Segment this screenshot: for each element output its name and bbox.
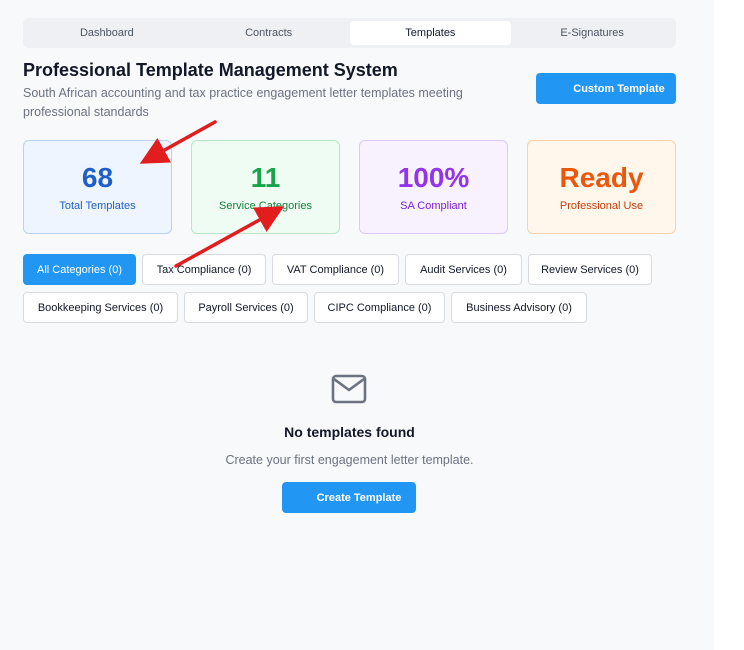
main-tabs: Dashboard Contracts Templates E-Signatur… bbox=[23, 18, 676, 48]
page-subtitle: South African accounting and tax practic… bbox=[23, 86, 463, 119]
right-gutter bbox=[714, 0, 744, 650]
stat-value: 11 bbox=[250, 162, 281, 193]
create-template-button[interactable]: Create Template bbox=[282, 482, 416, 513]
mail-icon bbox=[331, 374, 367, 409]
page-title: Professional Template Management System bbox=[23, 60, 398, 80]
tab-dashboard[interactable]: Dashboard bbox=[26, 21, 188, 45]
category-chip-payroll-services[interactable]: Payroll Services (0) bbox=[184, 292, 308, 323]
category-chip-audit-services[interactable]: Audit Services (0) bbox=[405, 254, 522, 285]
category-chip-bookkeeping-services[interactable]: Bookkeeping Services (0) bbox=[23, 292, 178, 323]
stat-label: Service Categories bbox=[219, 200, 312, 212]
category-chip-business-advisory[interactable]: Business Advisory (0) bbox=[451, 292, 587, 323]
custom-template-button[interactable]: Custom Template bbox=[536, 73, 676, 104]
stat-card-professional-use: Ready Professional Use bbox=[527, 140, 676, 234]
category-chip-review-services[interactable]: Review Services (0) bbox=[528, 254, 652, 285]
category-chip-tax-compliance[interactable]: Tax Compliance (0) bbox=[142, 254, 266, 285]
tab-e-signatures[interactable]: E-Signatures bbox=[511, 21, 673, 45]
stat-card-sa-compliant: 100% SA Compliant bbox=[359, 140, 508, 234]
category-chip-vat-compliance[interactable]: VAT Compliance (0) bbox=[272, 254, 399, 285]
stat-card-total-templates: 68 Total Templates bbox=[23, 140, 172, 234]
empty-state-description: Create your first engagement letter temp… bbox=[225, 453, 474, 467]
empty-state-title: No templates found bbox=[284, 424, 415, 440]
stat-label: SA Compliant bbox=[400, 200, 467, 212]
stat-value: 68 bbox=[81, 162, 114, 193]
stat-card-service-categories: 11 Service Categories bbox=[191, 140, 340, 234]
templates-page: Dashboard Contracts Templates E-Signatur… bbox=[0, 0, 714, 650]
stat-label: Professional Use bbox=[559, 200, 644, 212]
category-chip-cipc-compliance[interactable]: CIPC Compliance (0) bbox=[314, 292, 445, 323]
category-chip-all[interactable]: All Categories (0) bbox=[23, 254, 136, 285]
stat-value: 100% bbox=[397, 162, 470, 193]
stat-label: Total Templates bbox=[59, 200, 136, 212]
stat-value: Ready bbox=[559, 162, 644, 193]
tab-contracts[interactable]: Contracts bbox=[188, 21, 350, 45]
tab-templates[interactable]: Templates bbox=[349, 21, 512, 45]
